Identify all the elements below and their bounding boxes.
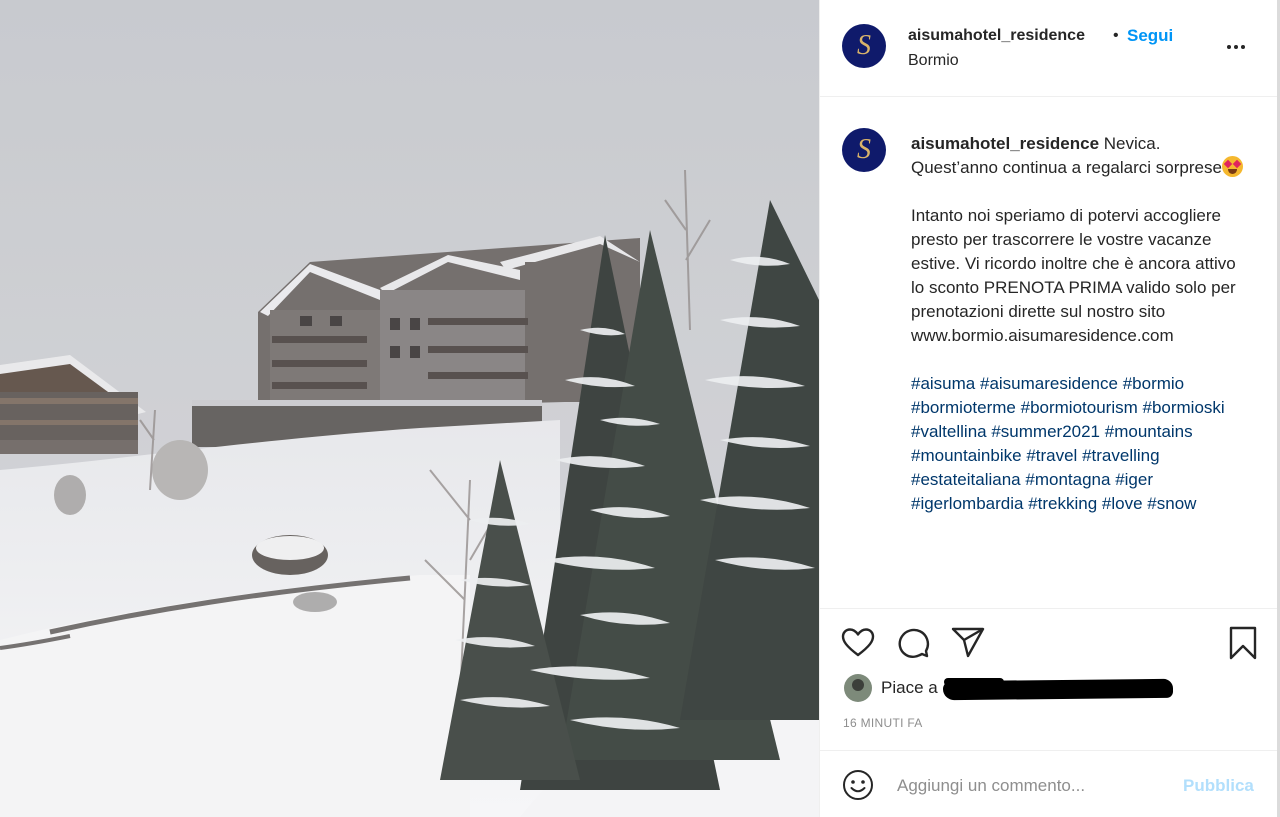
action-bar <box>820 609 1278 675</box>
hashtag-link[interactable]: #trekking <box>1028 494 1097 513</box>
hashtag-link[interactable]: #summer2021 <box>991 422 1100 441</box>
hashtag-link[interactable]: #mountainbike <box>911 446 1022 465</box>
hashtag-link[interactable]: #travel <box>1026 446 1077 465</box>
follow-button[interactable]: Segui <box>1127 26 1173 46</box>
hashtag-link[interactable]: #valtellina <box>911 422 987 441</box>
likes-label[interactable]: Piace a <box>881 678 938 698</box>
hashtag-link[interactable]: #aisuma <box>911 374 975 393</box>
hashtag-link[interactable]: #travelling <box>1082 446 1160 465</box>
hashtag-link[interactable]: #bormio <box>1123 374 1184 393</box>
post-caption-area: S aisumahotel_residence Nevica. Quest’an… <box>820 98 1278 609</box>
post-timestamp[interactable]: 16 MINUTI FA <box>843 716 923 730</box>
more-options-icon[interactable] <box>1224 34 1248 58</box>
hashtag-link[interactable]: #mountains <box>1105 422 1193 441</box>
avatar-logo-letter: S <box>857 30 871 61</box>
hashtag-link[interactable]: #aisumaresidence <box>980 374 1118 393</box>
hashtag-list: #aisuma #aisumaresidence #bormio #bormio… <box>911 372 1251 516</box>
share-icon[interactable] <box>950 625 986 661</box>
post-side-panel: S aisumahotel_residence • Segui Bormio S… <box>819 0 1280 817</box>
hashtag-link[interactable]: #iger <box>1115 470 1153 489</box>
bookmark-icon[interactable] <box>1225 625 1261 661</box>
post-location[interactable]: Bormio <box>908 52 959 70</box>
caption-paragraph: Intanto noi speriamo di potervi accoglie… <box>911 206 1236 345</box>
star-struck-emoji-icon <box>1221 156 1243 177</box>
hashtag-link[interactable]: #love <box>1102 494 1143 513</box>
liker-avatar[interactable] <box>844 674 872 702</box>
header-separator: • <box>1113 27 1119 44</box>
post-header: S aisumahotel_residence • Segui Bormio <box>820 0 1278 97</box>
snowy-hotel-photo <box>0 0 819 817</box>
comment-input[interactable] <box>897 773 1167 799</box>
hashtag-link[interactable]: #igerlombardia <box>911 494 1023 513</box>
hashtag-link[interactable]: #bormioski <box>1143 398 1225 417</box>
hashtag-link[interactable]: #bormioterme <box>911 398 1016 417</box>
post-photo[interactable] <box>0 0 819 817</box>
hashtag-link[interactable]: #bormiotourism <box>1021 398 1138 417</box>
add-comment-bar: Pubblica <box>820 750 1278 817</box>
redaction-mark <box>944 678 1004 686</box>
hashtag-link[interactable]: #montagna <box>1025 470 1110 489</box>
caption-avatar[interactable]: S <box>842 128 886 172</box>
heart-icon[interactable] <box>840 625 876 661</box>
post-username[interactable]: aisumahotel_residence <box>908 27 1085 45</box>
caption-username[interactable]: aisumahotel_residence <box>911 134 1099 153</box>
avatar-logo-letter: S <box>857 134 871 165</box>
publish-button[interactable]: Pubblica <box>1183 776 1254 796</box>
emoji-icon[interactable] <box>842 769 874 801</box>
profile-avatar[interactable]: S <box>842 24 886 68</box>
hashtag-link[interactable]: #estateitaliana <box>911 470 1021 489</box>
comment-icon[interactable] <box>895 625 931 661</box>
likes-row: Piace a <box>820 672 1278 702</box>
hashtag-link[interactable]: #snow <box>1147 494 1196 513</box>
caption-text: aisumahotel_residence Nevica. Quest’anno… <box>911 132 1251 516</box>
